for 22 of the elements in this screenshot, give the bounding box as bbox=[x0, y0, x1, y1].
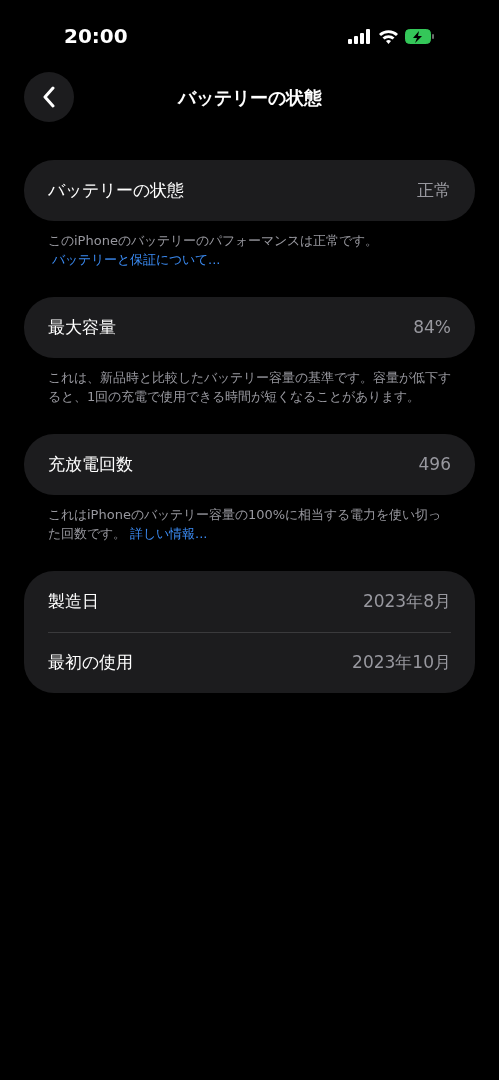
row-value: 正常 bbox=[417, 178, 451, 202]
battery-charging-icon bbox=[405, 28, 435, 44]
row-label: 最初の使用 bbox=[48, 651, 133, 675]
footnote-text: このiPhoneのバッテリーのパフォーマンスは正常です。 バッテリーと保証について... bbox=[47, 232, 379, 269]
signal-icon bbox=[348, 28, 372, 44]
row-label: バッテリーの状態 bbox=[48, 178, 184, 202]
row-value: 84% bbox=[413, 315, 451, 339]
row-label: 製造日 bbox=[48, 589, 99, 613]
back-button[interactable] bbox=[24, 72, 74, 122]
wifi-icon bbox=[378, 28, 399, 44]
row-value: 496 bbox=[418, 452, 451, 476]
info-link[interactable]: 詳しい情報... bbox=[130, 526, 208, 541]
status-time: 20:00 bbox=[64, 23, 128, 50]
back-chevron-icon bbox=[43, 86, 55, 108]
row-label: 最大容量 bbox=[48, 315, 116, 339]
row-value: 2023年8月 bbox=[362, 589, 451, 613]
page-title: バッテリーの状態 bbox=[177, 85, 322, 110]
footnote-text: これは、新品時と比較したバッテリー容量の基準です。容量が低下すると、1回の充電で使用できる時間が短くなることがあります。 bbox=[47, 369, 452, 406]
row-value: 2023年10月 bbox=[352, 651, 451, 675]
info-link[interactable]: バッテリーと保証について... bbox=[52, 252, 221, 267]
row-label: 充放電回数 bbox=[48, 452, 133, 476]
footnote-text: これはiPhoneのバッテリー容量の100%に相当する電力を使い切った回数です。 詳しい情報... bbox=[47, 506, 443, 543]
